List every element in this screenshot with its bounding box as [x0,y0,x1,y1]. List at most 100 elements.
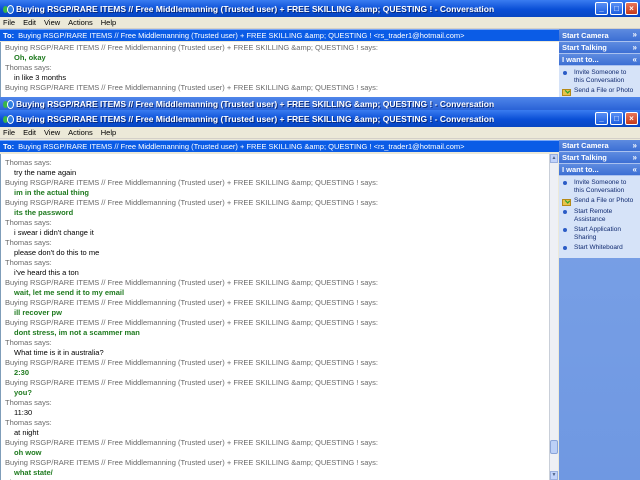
action-whiteboard[interactable]: Start Whiteboard [559,243,640,254]
menu-bar: File Edit View Actions Help [0,17,640,29]
speaker-name: Buying RSGP/RARE ITEMS // Free Middleman… [5,43,378,52]
chevron-down-icon: » [632,30,637,39]
menu-edit[interactable]: Edit [23,128,36,137]
speaker-name: Buying RSGP/RARE ITEMS // Free Middleman… [5,178,378,187]
message-text: wait, let me send it to my email [14,288,125,297]
message: Thomas says: please don't do this to me [1,238,549,258]
messenger-icon [3,4,14,14]
menu-help[interactable]: Help [101,18,116,27]
message-text: Oh, okay [14,53,46,62]
to-label: To: [3,142,15,151]
start-talking-button[interactable]: Start Talking » [559,42,640,54]
messenger-icon [3,114,14,124]
menu-file[interactable]: File [3,128,15,137]
i-want-to-header[interactable]: I want to... « [559,54,640,66]
message: Buying RSGP/RARE ITEMS // Free Middleman… [1,438,549,458]
speaker-name: Buying RSGP/RARE ITEMS // Free Middleman… [5,358,378,367]
menu-view[interactable]: View [44,18,60,27]
message: Buying RSGP/RARE ITEMS // Free Middleman… [1,43,559,63]
conversation-window-back: Buying RSGP/RARE ITEMS // Free Middleman… [0,0,640,97]
start-talking-label: Start Talking [562,153,607,162]
window-title: Buying RSGP/RARE ITEMS // Free Middleman… [16,113,495,124]
menu-file[interactable]: File [3,18,15,27]
chevron-down-icon: » [632,153,637,162]
message: Buying RSGP/RARE ITEMS // Free Middleman… [1,178,549,198]
message: Buying RSGP/RARE ITEMS // Free Middleman… [1,278,549,298]
close-button[interactable]: × [625,2,638,15]
message-text: in like 3 months [14,73,67,82]
i-want-to-header[interactable]: I want to... « [559,164,640,176]
message-text: i've heard this a ton [14,268,79,277]
app-sharing-icon [562,227,569,234]
action-list: Invite Someone to this Conversation Send… [559,66,640,97]
action-send-file[interactable]: Send a File or Photo [559,196,640,207]
invite-icon [562,180,569,187]
message: Buying RSGP/RARE ITEMS // Free Middleman… [1,358,549,378]
speaker-name: Buying RSGP/RARE ITEMS // Free Middleman… [5,83,378,92]
chevron-up-icon: « [632,55,637,64]
message: Thomas says: at night [1,418,549,438]
start-camera-button[interactable]: Start Camera » [559,29,640,42]
message-text: What time is it in australia? [14,348,104,357]
speaker-name: Thomas says: [5,238,52,247]
message-text: you? [14,388,32,397]
conversation-history[interactable]: Thomas says: try the name again Buying RSG… [0,154,549,480]
to-label: To: [3,31,15,40]
chevron-down-icon: » [632,43,637,52]
minimize-button[interactable]: _ [595,2,608,15]
action-remote-assistance[interactable]: Start Remote Assistance [559,207,640,225]
scrollbar[interactable]: ▲ ▼ [549,154,558,480]
to-value: Buying RSGP/RARE ITEMS // Free Middleman… [18,142,465,151]
menu-edit[interactable]: Edit [23,18,36,27]
menu-actions[interactable]: Actions [68,18,93,27]
send-file-icon [562,198,571,206]
scroll-down-arrow[interactable]: ▼ [550,471,558,480]
message: Buying RSGP/RARE ITEMS // Free Middleman… [1,318,549,338]
conversation-history[interactable]: Buying RSGP/RARE ITEMS // Free Middleman… [0,42,559,97]
title-bar-active[interactable]: Buying RSGP/RARE ITEMS // Free Middleman… [0,110,640,127]
action-list: Invite Someone to this Conversation Send… [559,176,640,258]
remote-assistance-icon [562,209,569,216]
menu-help[interactable]: Help [101,128,116,137]
action-invite[interactable]: Invite Someone to this Conversation [559,178,640,196]
messenger-icon [3,99,14,109]
speaker-name: Buying RSGP/RARE ITEMS // Free Middleman… [5,298,378,307]
message: Buying RSGP/RARE ITEMS // Free Middleman… [1,198,549,218]
action-app-sharing[interactable]: Start Application Sharing [559,225,640,243]
maximize-button[interactable]: □ [610,2,623,15]
menu-actions[interactable]: Actions [68,128,93,137]
invite-icon [562,70,569,77]
action-label: Start Application Sharing [574,226,621,241]
scroll-thumb[interactable] [550,440,558,454]
action-label: Send a File or Photo [574,197,634,204]
to-bar: To: Buying RSGP/RARE ITEMS // Free Middl… [0,29,559,41]
maximize-button[interactable]: □ [610,112,623,125]
menu-view[interactable]: View [44,128,60,137]
action-invite[interactable]: Invite Someone to this Conversation [559,68,640,86]
action-label: Start Whiteboard [574,244,623,251]
speaker-name: Buying RSGP/RARE ITEMS // Free Middleman… [5,378,378,387]
chevron-up-icon: « [632,165,637,174]
minimize-button[interactable]: _ [595,112,608,125]
title-bar[interactable]: Buying RSGP/RARE ITEMS // Free Middleman… [0,97,640,110]
message: Thomas says: i've heard this a ton [1,258,549,278]
start-talking-button[interactable]: Start Talking » [559,152,640,164]
menu-bar: File Edit View Actions Help [0,127,640,139]
message-text: at night [14,428,39,437]
window-title: Buying RSGP/RARE ITEMS // Free Middleman… [16,98,495,109]
message: Thomas says: try the name again [1,158,549,178]
action-send-file[interactable]: Send a File or Photo [559,86,640,97]
close-button[interactable]: × [625,112,638,125]
message: Thomas says: What time is it in australia… [1,338,549,358]
start-camera-button[interactable]: Start Camera » [559,140,640,152]
message: Buying RSGP/RARE ITEMS // Free Middleman… [1,83,559,93]
speaker-name: Thomas says: [5,398,52,407]
speaker-name: Thomas says: [5,338,52,347]
message-text: i swear i didn't change it [14,228,94,237]
speaker-name: Buying RSGP/RARE ITEMS // Free Middleman… [5,458,378,467]
speaker-name: Buying RSGP/RARE ITEMS // Free Middleman… [5,198,378,207]
scroll-up-arrow[interactable]: ▲ [550,154,558,163]
speaker-name: Buying RSGP/RARE ITEMS // Free Middleman… [5,438,378,447]
title-bar[interactable]: Buying RSGP/RARE ITEMS // Free Middleman… [0,0,640,17]
speaker-name: Buying RSGP/RARE ITEMS // Free Middleman… [5,278,378,287]
